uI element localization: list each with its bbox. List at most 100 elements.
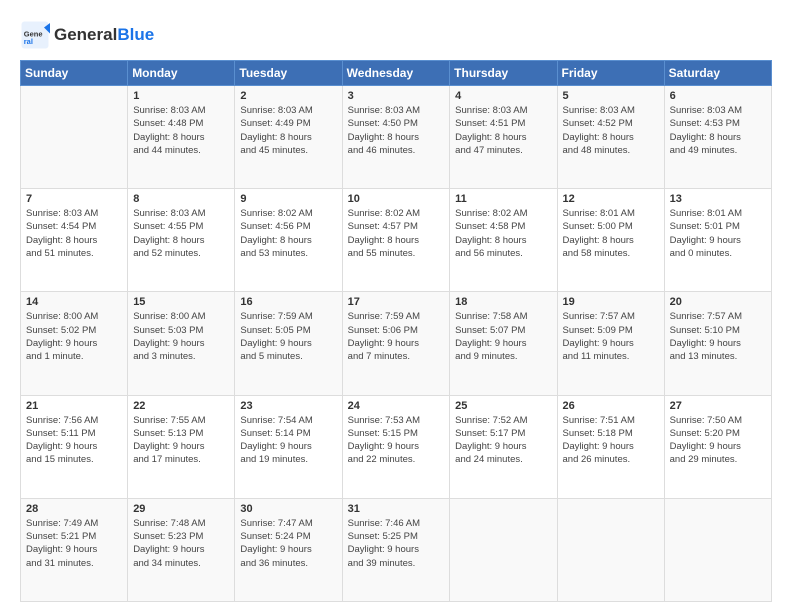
day-info: Sunrise: 7:59 AMSunset: 5:05 PMDaylight:…	[240, 310, 336, 363]
calendar-cell: 19 Sunrise: 7:57 AMSunset: 5:09 PMDayligh…	[557, 292, 664, 395]
calendar-cell: 22 Sunrise: 7:55 AMSunset: 5:13 PMDayligh…	[128, 395, 235, 498]
day-info: Sunrise: 7:51 AMSunset: 5:18 PMDaylight:…	[563, 414, 659, 467]
week-row-2: 7Sunrise: 8:03 AMSunset: 4:54 PMDaylight…	[21, 189, 772, 292]
calendar-cell	[664, 498, 771, 601]
day-info: Sunrise: 8:03 AMSunset: 4:50 PMDaylight:…	[348, 104, 445, 157]
day-info: Sunrise: 7:52 AMSunset: 5:17 PMDaylight:…	[455, 414, 551, 467]
logo-text: General Blue	[54, 25, 154, 45]
day-number: 29	[133, 503, 229, 515]
svg-text:ral: ral	[24, 37, 33, 46]
day-info: Sunrise: 8:02 AMSunset: 4:58 PMDaylight:…	[455, 207, 551, 260]
calendar-cell: 10 Sunrise: 8:02 AMSunset: 4:57 PMDayligh…	[342, 189, 450, 292]
calendar-cell	[557, 498, 664, 601]
day-number: 18	[455, 296, 551, 308]
calendar-cell: 31 Sunrise: 7:46 AMSunset: 5:25 PMDayligh…	[342, 498, 450, 601]
calendar: SundayMondayTuesdayWednesdayThursdayFrid…	[20, 60, 772, 602]
day-number: 13	[670, 193, 766, 205]
day-info: Sunrise: 7:47 AMSunset: 5:24 PMDaylight:…	[240, 517, 336, 570]
day-info: Sunrise: 7:48 AMSunset: 5:23 PMDaylight:…	[133, 517, 229, 570]
day-info: Sunrise: 8:03 AMSunset: 4:48 PMDaylight:…	[133, 104, 229, 157]
calendar-cell: 7Sunrise: 8:03 AMSunset: 4:54 PMDaylight…	[21, 189, 128, 292]
calendar-cell: 12 Sunrise: 8:01 AMSunset: 5:00 PMDayligh…	[557, 189, 664, 292]
calendar-cell: 14 Sunrise: 8:00 AMSunset: 5:02 PMDayligh…	[21, 292, 128, 395]
day-info: Sunrise: 8:02 AMSunset: 4:57 PMDaylight:…	[348, 207, 445, 260]
calendar-cell: 28Sunrise: 7:49 AMSunset: 5:21 PMDayligh…	[21, 498, 128, 601]
day-header-wednesday: Wednesday	[342, 61, 450, 86]
day-header-saturday: Saturday	[664, 61, 771, 86]
day-header-monday: Monday	[128, 61, 235, 86]
calendar-cell: 6Sunrise: 8:03 AMSunset: 4:53 PMDaylight…	[664, 86, 771, 189]
day-info: Sunrise: 7:57 AMSunset: 5:09 PMDaylight:…	[563, 310, 659, 363]
day-number: 10	[348, 193, 445, 205]
week-row-3: 14 Sunrise: 8:00 AMSunset: 5:02 PMDayligh…	[21, 292, 772, 395]
calendar-cell	[450, 498, 557, 601]
day-number: 4	[455, 90, 551, 102]
day-number: 20	[670, 296, 766, 308]
day-info: Sunrise: 8:00 AMSunset: 5:03 PMDaylight:…	[133, 310, 229, 363]
day-header-sunday: Sunday	[21, 61, 128, 86]
day-info: Sunrise: 8:01 AMSunset: 5:01 PMDaylight:…	[670, 207, 766, 260]
day-info: Sunrise: 7:59 AMSunset: 5:06 PMDaylight:…	[348, 310, 445, 363]
calendar-cell: 8Sunrise: 8:03 AMSunset: 4:55 PMDaylight…	[128, 189, 235, 292]
day-header-tuesday: Tuesday	[235, 61, 342, 86]
day-number: 26	[563, 400, 659, 412]
day-info: Sunrise: 7:58 AMSunset: 5:07 PMDaylight:…	[455, 310, 551, 363]
week-row-4: 21 Sunrise: 7:56 AMSunset: 5:11 PMDayligh…	[21, 395, 772, 498]
day-info: Sunrise: 8:00 AMSunset: 5:02 PMDaylight:…	[26, 310, 122, 363]
day-number: 3	[348, 90, 445, 102]
calendar-cell: 11 Sunrise: 8:02 AMSunset: 4:58 PMDayligh…	[450, 189, 557, 292]
calendar-cell: 25Sunrise: 7:52 AMSunset: 5:17 PMDayligh…	[450, 395, 557, 498]
calendar-cell	[21, 86, 128, 189]
calendar-header: SundayMondayTuesdayWednesdayThursdayFrid…	[21, 61, 772, 86]
day-info: Sunrise: 8:03 AMSunset: 4:52 PMDaylight:…	[563, 104, 659, 157]
calendar-cell: 2Sunrise: 8:03 AMSunset: 4:49 PMDaylight…	[235, 86, 342, 189]
day-number: 8	[133, 193, 229, 205]
day-number: 27	[670, 400, 766, 412]
calendar-cell: 3 Sunrise: 8:03 AMSunset: 4:50 PMDaylight…	[342, 86, 450, 189]
calendar-cell: 5Sunrise: 8:03 AMSunset: 4:52 PMDaylight…	[557, 86, 664, 189]
day-number: 14	[26, 296, 122, 308]
day-number: 15	[133, 296, 229, 308]
day-number: 1	[133, 90, 229, 102]
calendar-cell: 15 Sunrise: 8:00 AMSunset: 5:03 PMDayligh…	[128, 292, 235, 395]
calendar-cell: 17 Sunrise: 7:59 AMSunset: 5:06 PMDayligh…	[342, 292, 450, 395]
day-number: 17	[348, 296, 445, 308]
day-number: 28	[26, 503, 122, 515]
calendar-cell: 26 Sunrise: 7:51 AMSunset: 5:18 PMDayligh…	[557, 395, 664, 498]
day-info: Sunrise: 8:02 AMSunset: 4:56 PMDaylight:…	[240, 207, 336, 260]
calendar-cell: 4 Sunrise: 8:03 AMSunset: 4:51 PMDaylight…	[450, 86, 557, 189]
day-number: 19	[563, 296, 659, 308]
week-row-1: 1 Sunrise: 8:03 AMSunset: 4:48 PMDaylight…	[21, 86, 772, 189]
calendar-cell: 29 Sunrise: 7:48 AMSunset: 5:23 PMDayligh…	[128, 498, 235, 601]
day-number: 11	[455, 193, 551, 205]
day-info: Sunrise: 7:54 AMSunset: 5:14 PMDaylight:…	[240, 414, 336, 467]
day-info: Sunrise: 8:03 AMSunset: 4:51 PMDaylight:…	[455, 104, 551, 157]
day-number: 6	[670, 90, 766, 102]
day-info: Sunrise: 7:57 AMSunset: 5:10 PMDaylight:…	[670, 310, 766, 363]
day-number: 12	[563, 193, 659, 205]
calendar-cell: 9 Sunrise: 8:02 AMSunset: 4:56 PMDaylight…	[235, 189, 342, 292]
week-row-5: 28Sunrise: 7:49 AMSunset: 5:21 PMDayligh…	[21, 498, 772, 601]
day-number: 31	[348, 503, 445, 515]
day-number: 2	[240, 90, 336, 102]
day-number: 21	[26, 400, 122, 412]
calendar-cell: 13 Sunrise: 8:01 AMSunset: 5:01 PMDayligh…	[664, 189, 771, 292]
calendar-cell: 16Sunrise: 7:59 AMSunset: 5:05 PMDayligh…	[235, 292, 342, 395]
day-header-friday: Friday	[557, 61, 664, 86]
day-number: 9	[240, 193, 336, 205]
page: Gene ral General Blue SundayMondayTuesda…	[0, 0, 792, 612]
day-info: Sunrise: 7:56 AMSunset: 5:11 PMDaylight:…	[26, 414, 122, 467]
calendar-cell: 23 Sunrise: 7:54 AMSunset: 5:14 PMDayligh…	[235, 395, 342, 498]
calendar-cell: 1 Sunrise: 8:03 AMSunset: 4:48 PMDaylight…	[128, 86, 235, 189]
header: Gene ral General Blue	[20, 20, 772, 50]
calendar-cell: 27Sunrise: 7:50 AMSunset: 5:20 PMDayligh…	[664, 395, 771, 498]
calendar-cell: 18 Sunrise: 7:58 AMSunset: 5:07 PMDayligh…	[450, 292, 557, 395]
day-info: Sunrise: 7:55 AMSunset: 5:13 PMDaylight:…	[133, 414, 229, 467]
day-info: Sunrise: 7:46 AMSunset: 5:25 PMDaylight:…	[348, 517, 445, 570]
day-number: 30	[240, 503, 336, 515]
calendar-cell: 30 Sunrise: 7:47 AMSunset: 5:24 PMDayligh…	[235, 498, 342, 601]
day-number: 23	[240, 400, 336, 412]
day-number: 22	[133, 400, 229, 412]
day-info: Sunrise: 8:01 AMSunset: 5:00 PMDaylight:…	[563, 207, 659, 260]
logo-icon: Gene ral	[20, 20, 50, 50]
